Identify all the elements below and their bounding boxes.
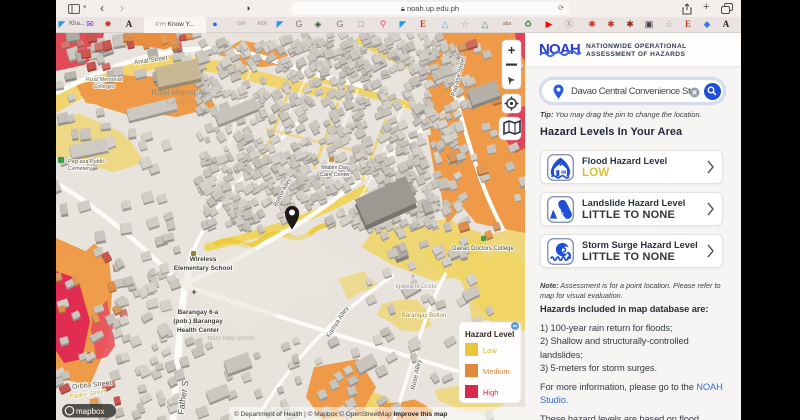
svg-text:Iglesia ni Cristo: Iglesia ni Cristo bbox=[395, 284, 437, 290]
svg-text:Low: Low bbox=[483, 346, 497, 355]
svg-text:(pob.) Barangay: (pob.) Barangay bbox=[173, 318, 223, 325]
svg-text:+: + bbox=[508, 43, 516, 58]
svg-text:Elementary School: Elementary School bbox=[174, 265, 233, 272]
svg-text:Pag-asa Public: Pag-asa Public bbox=[68, 159, 105, 165]
svg-text:NOAH: NOAH bbox=[539, 41, 580, 58]
svg-text:© Department of Health | © Map: © Department of Health | © Mapbox © Open… bbox=[234, 410, 447, 418]
svg-text:Mabini Day: Mabini Day bbox=[321, 165, 349, 171]
svg-text:†: † bbox=[411, 275, 415, 282]
svg-text:+: + bbox=[191, 287, 196, 297]
svg-text:Rizal Memorial: Rizal Memorial bbox=[86, 77, 122, 83]
svg-text:Colleges: Colleges bbox=[93, 84, 115, 90]
svg-text:Barangay Bolton: Barangay Bolton bbox=[402, 313, 446, 319]
svg-text:Lumber: Lumber bbox=[167, 99, 190, 106]
svg-text:mapbox: mapbox bbox=[76, 407, 104, 416]
svg-text:Barangay 6-a: Barangay 6-a bbox=[178, 309, 219, 316]
svg-text:Care Center: Care Center bbox=[320, 172, 350, 178]
svg-text:Health Center: Health Center bbox=[177, 327, 220, 334]
svg-text:Rizal Memorial: Rizal Memorial bbox=[152, 88, 205, 97]
svg-text:Davao Doctors College: Davao Doctors College bbox=[452, 246, 514, 252]
svg-text:Mary Help School: Mary Help School bbox=[207, 336, 254, 342]
svg-text:High: High bbox=[483, 388, 498, 397]
svg-text:Hazard Level: Hazard Level bbox=[465, 330, 514, 339]
svg-text:Wireless: Wireless bbox=[190, 256, 217, 263]
svg-text:Cemetery: Cemetery bbox=[68, 166, 92, 172]
svg-text:Medium: Medium bbox=[483, 367, 510, 376]
